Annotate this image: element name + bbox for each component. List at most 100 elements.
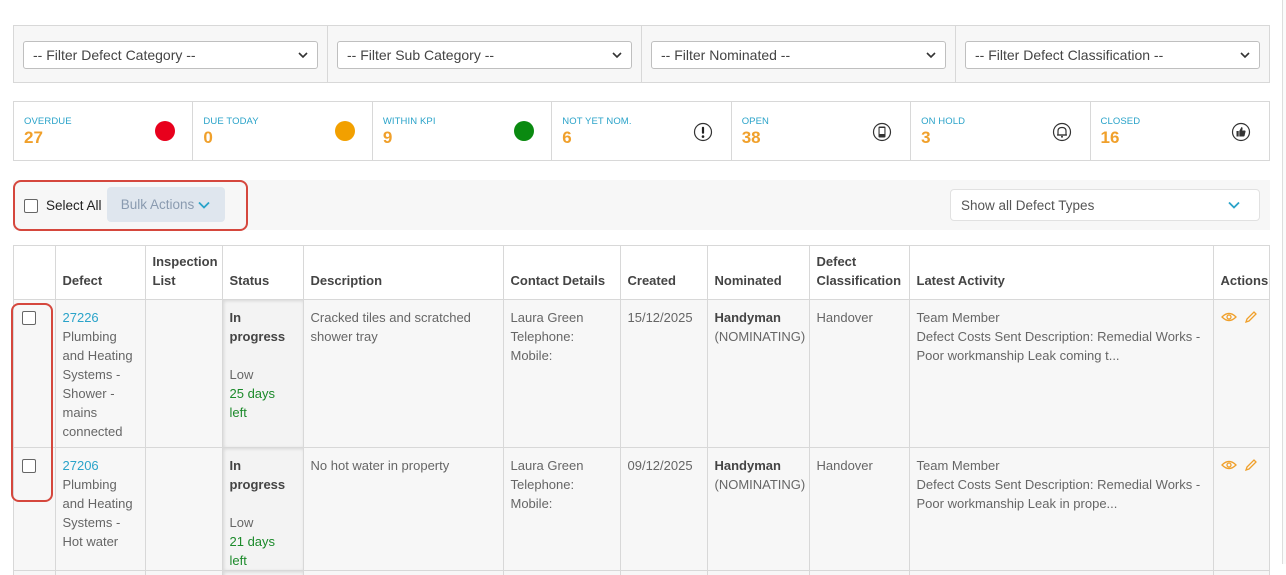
chevron-down-icon xyxy=(1228,201,1240,209)
inspection-list-cell xyxy=(145,447,223,571)
select-label: -- Filter Defect Category -- xyxy=(33,47,196,63)
chevron-down-icon xyxy=(1240,52,1250,59)
status-cell: In progress Low 25 days left xyxy=(222,299,304,448)
select-label: -- Filter Nominated -- xyxy=(661,47,791,63)
select-label: -- Filter Sub Category -- xyxy=(347,47,495,63)
header-defect-classification[interactable]: Defect Classification xyxy=(809,246,910,300)
contact-name: Laura Green xyxy=(510,309,584,325)
actions-cell xyxy=(1213,570,1269,575)
defect-id-link[interactable]: 27206 xyxy=(63,456,138,475)
exclamation-icon xyxy=(693,122,712,142)
status-cell: In progress Low 21 days left xyxy=(222,447,304,571)
stat-within-kpi[interactable]: WITHIN KPI 9 xyxy=(373,102,553,160)
classification-cell: Handover xyxy=(809,447,910,571)
header-latest-activity[interactable]: Latest Activity xyxy=(909,246,1214,300)
filter-defect-classification-select[interactable]: -- Filter Defect Classification -- xyxy=(965,41,1260,69)
orange-dot-icon xyxy=(334,121,355,141)
stat-on-hold[interactable]: ON HOLD 3 xyxy=(911,102,1091,160)
eye-icon[interactable] xyxy=(1220,458,1237,472)
contact-telephone: Telephone: xyxy=(510,476,575,492)
contact-mobile: Mobile: xyxy=(510,347,553,363)
classification-cell xyxy=(809,570,910,575)
filter-cell: -- Filter Nominated -- xyxy=(642,26,956,82)
header-inspection-list[interactable]: Inspection List xyxy=(145,246,223,300)
defect-cell: 27226 Plumbing and Heating Systems - Sho… xyxy=(55,299,146,448)
nominated-status: (NOMINATING) xyxy=(714,328,806,344)
filter-cell: -- Filter Defect Classification -- xyxy=(956,26,1269,82)
filter-defect-category-select[interactable]: -- Filter Defect Category -- xyxy=(23,41,318,69)
header-created[interactable]: Created xyxy=(620,246,708,300)
nominated-cell: Handyman (NOMINATING) xyxy=(707,447,810,571)
filter-nominated-select[interactable]: -- Filter Nominated -- xyxy=(651,41,946,69)
contact-telephone: Telephone: xyxy=(510,328,575,344)
eye-icon[interactable] xyxy=(1220,310,1237,324)
stat-not-yet-nominated[interactable]: NOT YET NOM. 6 xyxy=(552,102,732,160)
header-nominated[interactable]: Nominated xyxy=(707,246,810,300)
defect-types-select[interactable]: Show all Defect Types xyxy=(950,189,1260,221)
created-cell: 15/12/2025 xyxy=(620,299,708,448)
header-contact-details[interactable]: Contact Details xyxy=(503,246,621,300)
header-defect[interactable]: Defect xyxy=(55,246,146,300)
stat-overdue[interactable]: OVERDUE 27 xyxy=(14,102,194,160)
thumbs-up-icon xyxy=(1231,122,1251,142)
filter-cell: -- Filter Sub Category -- xyxy=(328,26,642,82)
actions-cell xyxy=(1213,447,1269,571)
header-status[interactable]: Status xyxy=(222,246,304,300)
defect-cell: 27206 Plumbing and Heating Systems - Hot… xyxy=(55,447,146,571)
stat-due-today[interactable]: DUE TODAY 0 xyxy=(193,102,373,160)
table-row: 27226 Plumbing and Heating Systems - Sho… xyxy=(14,299,1269,448)
row-checkboxes-highlight xyxy=(11,303,53,502)
header-description[interactable]: Description xyxy=(303,246,504,300)
defect-id-link[interactable]: 27226 xyxy=(63,308,138,327)
created-cell: 09/12/2025 xyxy=(620,447,708,571)
activity-user: Team Member xyxy=(916,457,1000,473)
table-row: 27206 Plumbing and Heating Systems - Hot… xyxy=(14,447,1269,571)
page-scrollbar[interactable] xyxy=(1282,0,1286,564)
actions-cell xyxy=(1213,299,1269,448)
nominated-name: Handyman xyxy=(714,309,781,325)
bell-icon xyxy=(1052,122,1071,142)
status-cell xyxy=(222,570,304,575)
description-cell xyxy=(303,570,504,575)
contact-mobile: Mobile: xyxy=(510,495,553,511)
nominated-cell: Handyman (NOMINATING) xyxy=(707,299,810,448)
stat-open[interactable]: OPEN 38 xyxy=(732,102,912,160)
header-select xyxy=(14,246,56,300)
defect-cell xyxy=(55,570,146,575)
contact-cell xyxy=(503,570,621,575)
description-cell: No hot water in property xyxy=(303,447,504,571)
description-cell: Cracked tiles and scratched shower tray xyxy=(303,299,504,448)
filter-cell: -- Filter Defect Category -- xyxy=(14,26,328,82)
contact-cell: Laura Green Telephone: Mobile: xyxy=(503,447,621,571)
header-actions: Actions xyxy=(1213,246,1269,300)
defect-category: Plumbing and Heating Systems - Shower - … xyxy=(62,328,133,439)
inspection-list-cell xyxy=(145,299,223,448)
activity-text: Defect Costs Sent Description: Remedial … xyxy=(916,476,1201,511)
row-select-cell xyxy=(14,570,56,575)
activity-text: Defect Costs Sent Description: Remedial … xyxy=(916,328,1201,363)
activity-user: Team Member xyxy=(916,309,1000,325)
nominated-name: Handyman xyxy=(714,457,781,473)
nominated-status: (NOMINATING) xyxy=(714,476,806,492)
priority-text: Low xyxy=(229,514,254,530)
status-text: In progress xyxy=(229,457,286,492)
filter-bar: -- Filter Defect Category -- -- Filter S… xyxy=(13,25,1270,83)
contact-cell: Laura Green Telephone: Mobile: xyxy=(503,299,621,448)
select-label: -- Filter Defect Classification -- xyxy=(975,47,1164,63)
created-cell xyxy=(620,570,708,575)
bulk-controls-highlight xyxy=(13,180,248,231)
pencil-icon[interactable] xyxy=(1243,310,1259,324)
filter-sub-category-select[interactable]: -- Filter Sub Category -- xyxy=(337,41,632,69)
pencil-icon[interactable] xyxy=(1243,458,1259,472)
classification-cell: Handover xyxy=(809,299,910,448)
latest-activity-cell: Team Member Defect Costs Sent Descriptio… xyxy=(909,299,1214,448)
select-label: Show all Defect Types xyxy=(961,197,1095,213)
stat-closed[interactable]: CLOSED 16 xyxy=(1091,102,1269,160)
nominated-cell xyxy=(707,570,810,575)
chevron-down-icon xyxy=(298,52,308,59)
status-text: In progress xyxy=(229,309,286,344)
priority-text: Low xyxy=(229,366,254,382)
phone-icon xyxy=(873,122,892,142)
chevron-down-icon xyxy=(926,52,936,59)
chevron-down-icon xyxy=(612,52,622,59)
